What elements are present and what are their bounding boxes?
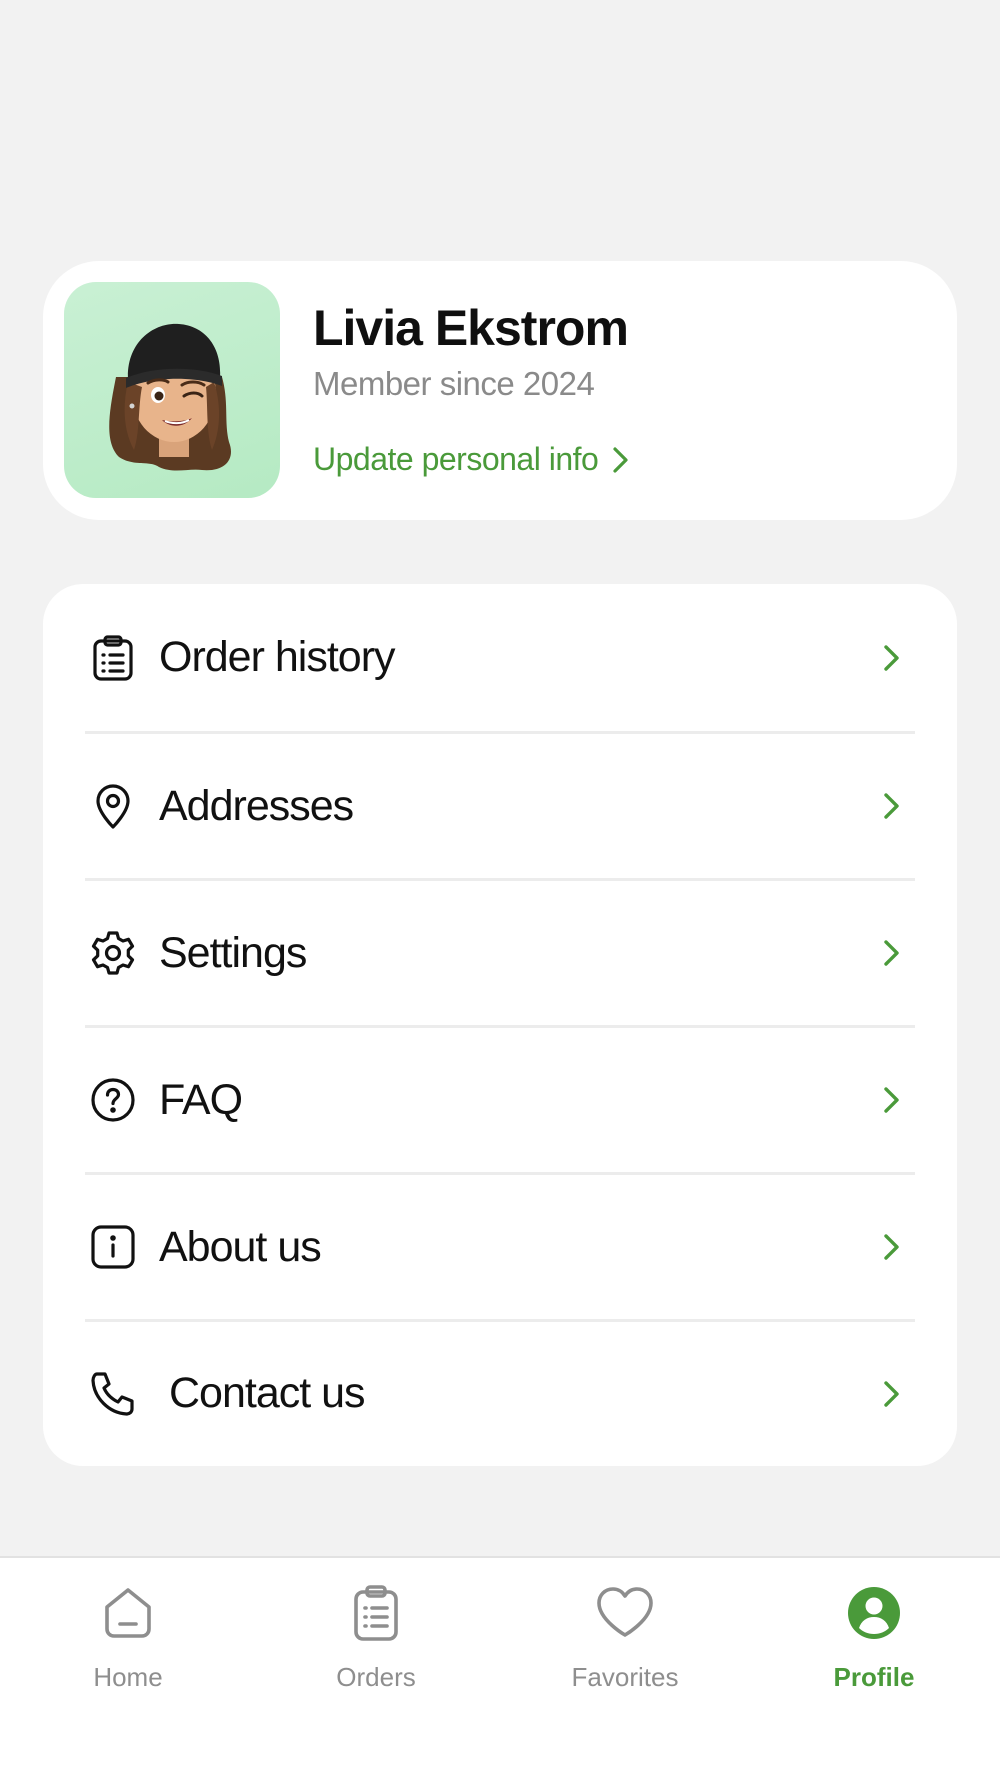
- question-circle-icon: [85, 1072, 141, 1128]
- heart-icon: [590, 1578, 660, 1648]
- user-circle-icon: [839, 1578, 909, 1648]
- chevron-right-icon: [613, 446, 628, 473]
- tab-profile[interactable]: Profile: [784, 1578, 964, 1693]
- chevron-right-icon: [881, 642, 903, 674]
- menu-item-label: FAQ: [159, 1075, 243, 1124]
- menu-item-label: Addresses: [159, 781, 354, 830]
- member-since-text: Member since 2024: [313, 365, 595, 402]
- profile-name: Livia Ekstrom: [313, 300, 629, 356]
- tab-label: Orders: [336, 1662, 416, 1692]
- menu-item-addresses[interactable]: Addresses: [85, 731, 915, 878]
- update-personal-info-link[interactable]: Update personal info: [313, 441, 632, 478]
- chevron-right-icon: [881, 1084, 903, 1116]
- update-personal-info-label: Update personal info: [313, 441, 599, 477]
- map-pin-icon: [85, 778, 141, 834]
- menu-item-label: Settings: [159, 928, 307, 977]
- menu-item-label: Contact us: [169, 1369, 366, 1417]
- tab-favorites[interactable]: Favorites: [535, 1578, 715, 1693]
- menu-item-contact-us[interactable]: Contact us: [85, 1319, 915, 1465]
- tab-label: Home: [93, 1662, 163, 1692]
- phone-icon: [85, 1366, 141, 1422]
- memoji-avatar-image: [109, 323, 231, 471]
- menu-item-settings[interactable]: Settings: [85, 878, 915, 1025]
- chevron-right-icon: [881, 937, 903, 969]
- chevron-right-icon: [881, 1231, 903, 1263]
- menu-item-faq[interactable]: FAQ: [85, 1025, 915, 1172]
- home-icon: [93, 1578, 163, 1648]
- menu-item-label: About us: [159, 1222, 322, 1271]
- tab-orders[interactable]: Orders: [286, 1578, 466, 1693]
- tab-label: Profile: [833, 1662, 915, 1692]
- chevron-right-icon: [881, 1378, 903, 1410]
- clipboard-list-icon: [341, 1578, 411, 1648]
- clipboard-list-icon: [85, 630, 141, 686]
- bottom-tab-bar: Home Orders Favorites Profile: [0, 1556, 1000, 1778]
- tab-home[interactable]: Home: [38, 1578, 218, 1693]
- menu-item-label: Order history: [159, 633, 396, 681]
- profile-card: Livia Ekstrom Member since 2024 Update p…: [43, 261, 957, 520]
- menu-item-about-us[interactable]: About us: [85, 1172, 915, 1319]
- menu-item-order-history[interactable]: Order history: [85, 584, 915, 731]
- menu-card: Order history Addresses Settings FAQ Abo…: [43, 584, 957, 1466]
- chevron-right-icon: [881, 790, 903, 822]
- tab-label: Favorites: [571, 1662, 679, 1692]
- info-square-icon: [85, 1219, 141, 1275]
- gear-icon: [85, 925, 141, 981]
- avatar[interactable]: [64, 282, 280, 498]
